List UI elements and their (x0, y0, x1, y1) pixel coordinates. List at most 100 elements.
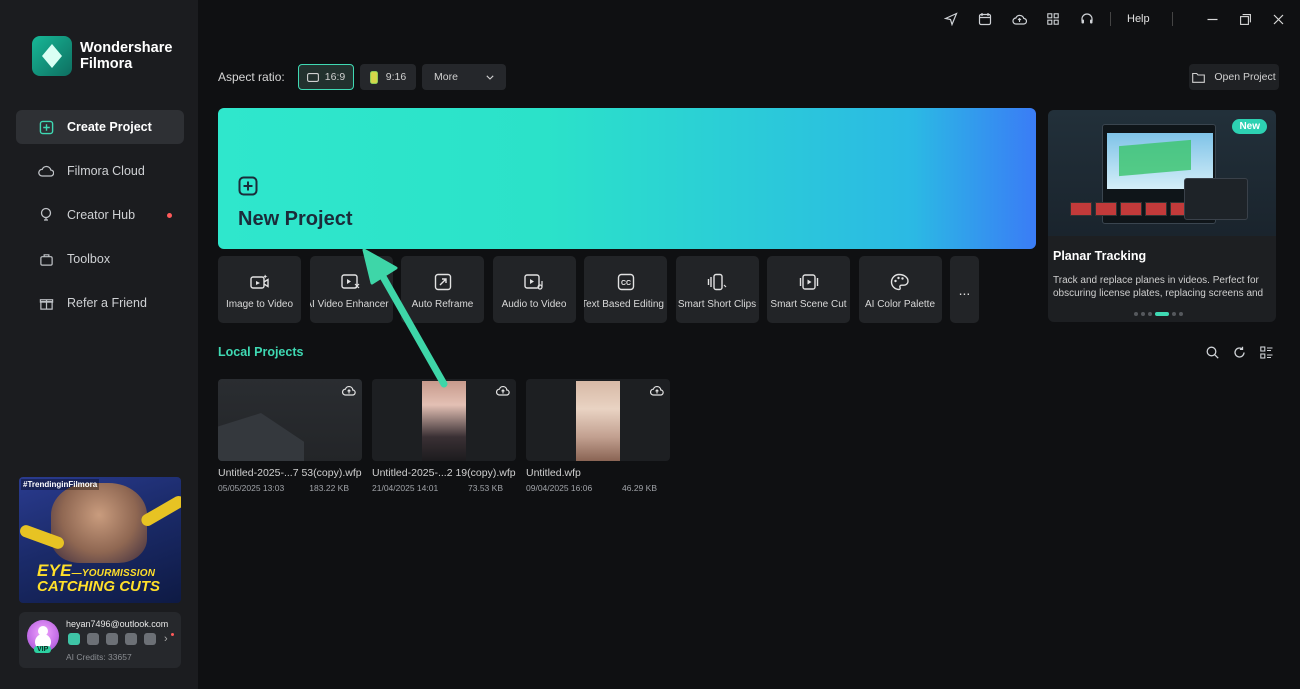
reframe-icon (434, 273, 452, 291)
local-projects-title: Local Projects (218, 345, 303, 359)
local-projects-list: Untitled-2025-...7 53(copy).wfp 05/05/20… (218, 379, 670, 493)
project-card[interactable]: Untitled-2025-...2 19(copy).wfp 21/04/20… (372, 379, 516, 493)
palette-icon (890, 273, 910, 291)
project-name: Untitled.wfp (526, 467, 670, 479)
project-size: 73.53 KB (468, 483, 503, 493)
folder-icon (1192, 72, 1205, 83)
sidebar-item-toolbox[interactable]: Toolbox (16, 242, 184, 276)
sidebar-item-label: Refer a Friend (67, 296, 147, 310)
sidebar-item-filmora-cloud[interactable]: Filmora Cloud (16, 154, 184, 188)
project-size: 183.22 KB (309, 483, 349, 493)
account-email: heyan7496@outlook.com (66, 619, 168, 629)
tool-smart-short-clips[interactable]: Smart Short Clips (676, 256, 759, 323)
new-project-button[interactable]: New Project (218, 108, 1036, 249)
brand-line2: Filmora (80, 56, 172, 72)
sidebar-nav: Create Project Filmora Cloud Creator Hub… (16, 110, 184, 330)
divider (1172, 12, 1173, 26)
audio-video-icon (524, 273, 544, 291)
project-thumbnail (218, 379, 362, 461)
project-card[interactable]: Untitled.wfp 09/04/2025 16:06 46.29 KB (526, 379, 670, 493)
plus-square-icon (238, 176, 258, 196)
divider (1110, 12, 1111, 26)
image-video-icon (250, 273, 270, 291)
cloud-upload-icon[interactable] (650, 384, 664, 398)
search-icon[interactable] (1205, 345, 1220, 360)
sidebar-item-creator-hub[interactable]: Creator Hub (16, 198, 184, 232)
carousel-dot[interactable] (1148, 312, 1152, 316)
tool-image-to-video[interactable]: Image to Video (218, 256, 301, 323)
plus-square-icon (38, 119, 54, 135)
headset-icon[interactable] (1076, 8, 1098, 30)
promo-tag: #TrendinginFilmora (21, 479, 99, 490)
landscape-icon (307, 73, 319, 82)
sidebar-item-refer-a-friend[interactable]: Refer a Friend (16, 286, 184, 320)
notification-dot (171, 633, 174, 636)
tool-ai-color-palette[interactable]: AI Color Palette (859, 256, 942, 323)
grid-icon[interactable] (1042, 8, 1064, 30)
more-tools-button[interactable]: ... (950, 256, 979, 323)
promo-banner[interactable]: #TrendinginFilmora EYE—YOURMISSION CATCH… (19, 477, 181, 603)
project-thumbnail (526, 379, 670, 461)
feature-card[interactable]: New Planar Tracking Track and replace pl… (1048, 110, 1276, 322)
account-badges (68, 633, 156, 645)
video-enhance-icon (341, 273, 361, 291)
portrait-icon (370, 71, 378, 84)
aspect-9-16-button[interactable]: 9:16 (360, 64, 416, 90)
carousel-dot[interactable] (1134, 312, 1138, 316)
close-button[interactable] (1270, 10, 1288, 28)
cloud-upload-icon[interactable] (342, 384, 356, 398)
send-icon[interactable] (940, 8, 962, 30)
tool-smart-scene-cut[interactable]: Smart Scene Cut (767, 256, 850, 323)
chevron-right-icon[interactable]: › (164, 633, 168, 645)
carousel-dot-active[interactable] (1155, 312, 1169, 316)
aspect-16-9-button[interactable]: 16:9 (298, 64, 354, 90)
vip-badge: VIP (34, 646, 51, 653)
tool-auto-reframe[interactable]: Auto Reframe (401, 256, 484, 323)
new-badge: New (1232, 119, 1267, 134)
sidebar-item-label: Filmora Cloud (67, 164, 145, 178)
tool-audio-to-video[interactable]: Audio to Video (493, 256, 576, 323)
cloud-upload-icon[interactable] (1008, 8, 1030, 30)
feature-title: Planar Tracking (1053, 249, 1146, 263)
project-card[interactable]: Untitled-2025-...7 53(copy).wfp 05/05/20… (218, 379, 362, 493)
chevron-down-icon (486, 75, 494, 80)
toolbox-icon (38, 251, 54, 267)
calendar-icon[interactable] (974, 8, 996, 30)
feature-description: Track and replace planes in videos. Perf… (1053, 274, 1271, 298)
project-date: 21/04/2025 14:01 (372, 483, 438, 493)
tool-ai-text-based-editing[interactable]: CC AI Text Based Editing (584, 256, 667, 323)
badge-icon (125, 633, 137, 645)
project-thumbnail (372, 379, 516, 461)
open-project-button[interactable]: Open Project (1189, 64, 1279, 90)
account-panel[interactable]: VIP heyan7496@outlook.com › AI Credits: … (19, 612, 181, 668)
filmora-logo-icon (32, 36, 72, 76)
carousel-dot[interactable] (1172, 312, 1176, 316)
cc-icon: CC (617, 273, 635, 291)
gift-icon (38, 295, 54, 311)
badge-icon (144, 633, 156, 645)
local-projects-actions (1205, 345, 1274, 360)
project-date: 05/05/2025 13:03 (218, 483, 284, 493)
sidebar: Wondershare Filmora Create Project Filmo… (0, 0, 198, 689)
promo-subheadline: CATCHING CUTS (37, 578, 160, 595)
cloud-upload-icon[interactable] (496, 384, 510, 398)
list-view-icon[interactable] (1259, 345, 1274, 360)
tool-ai-video-enhancer[interactable]: AI Video Enhancer (310, 256, 393, 323)
minimize-button[interactable] (1204, 10, 1222, 28)
svg-text:CC: CC (620, 280, 630, 287)
project-size: 46.29 KB (622, 483, 657, 493)
app-logo[interactable]: Wondershare Filmora (32, 36, 172, 76)
promo-image (51, 483, 147, 563)
carousel-dot[interactable] (1141, 312, 1145, 316)
refresh-icon[interactable] (1232, 345, 1247, 360)
badge-icon (106, 633, 118, 645)
carousel-dot[interactable] (1179, 312, 1183, 316)
cloud-icon (38, 163, 54, 179)
carousel-dots (1134, 312, 1183, 316)
aspect-more-dropdown[interactable]: More (422, 64, 506, 90)
project-name: Untitled-2025-...2 19(copy).wfp (372, 467, 516, 479)
restore-button[interactable] (1237, 10, 1255, 28)
sidebar-item-create-project[interactable]: Create Project (16, 110, 184, 144)
notification-dot (167, 213, 172, 218)
help-button[interactable]: Help (1127, 13, 1150, 25)
